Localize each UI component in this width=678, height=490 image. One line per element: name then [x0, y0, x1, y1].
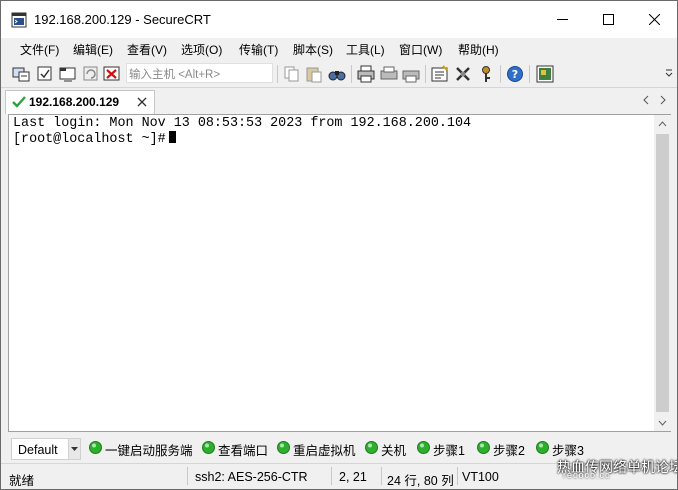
scrollbar-thumb[interactable] [656, 134, 669, 412]
window-title: 192.168.200.129 - SecureCRT [34, 12, 211, 27]
menu-help[interactable]: 帮助(H) [458, 41, 499, 58]
print-icon[interactable] [357, 65, 375, 83]
securecrt-app-icon [11, 12, 27, 28]
print-setup-icon[interactable] [380, 65, 398, 83]
status-separator [331, 467, 332, 485]
status-separator [187, 467, 188, 485]
status-terminal-type: VT100 [462, 470, 499, 484]
status-bar: 就绪 ssh2: AES-256-CTR 2, 21 24 行, 80 列 VT… [1, 459, 677, 489]
button-label: 重启虚拟机 [293, 444, 356, 458]
svg-text:?: ? [512, 68, 518, 81]
session-tab[interactable]: 192.168.200.129 [5, 90, 155, 114]
status-separator [457, 467, 458, 485]
close-button[interactable] [631, 1, 677, 38]
tab-scroll-left-icon[interactable] [641, 95, 651, 105]
button-label: 查看端口 [218, 444, 269, 458]
maximize-icon [602, 14, 614, 25]
chevron-up-icon [658, 120, 667, 126]
about-icon[interactable] [536, 65, 554, 83]
green-dot-icon [89, 441, 102, 454]
menu-script[interactable]: 脚本(S) [293, 41, 333, 58]
toolbar-separator [277, 65, 278, 83]
toolbar-separator [351, 65, 352, 83]
status-text: 就绪 [9, 474, 35, 488]
toolbar-separator [425, 65, 426, 83]
tab-close-icon[interactable] [135, 95, 149, 109]
global-options-icon[interactable] [454, 65, 472, 83]
menu-bar: 文件(F) 编辑(E) 查看(V) 选项(O) 传输(T) 脚本(S) 工具(L… [1, 38, 677, 60]
menu-transfer[interactable]: 传输(T) [239, 41, 278, 58]
connect-in-tab-icon[interactable] [59, 65, 77, 83]
securecrt-window: 192.168.200.129 - SecureCRT 文件(F) 编辑(E) … [0, 0, 678, 490]
menu-view[interactable]: 查看(V) [127, 41, 167, 58]
green-dot-icon [536, 441, 549, 454]
session-select-value: Default [18, 443, 58, 457]
menu-edit[interactable]: 编辑(E) [73, 41, 113, 58]
button-label: 关机 [381, 444, 407, 458]
button-label: 步骤1 [433, 444, 465, 458]
menu-options[interactable]: 选项(O) [181, 41, 222, 58]
status-cursor-position: 2, 21 [339, 470, 367, 484]
toolbar-separator [529, 65, 530, 83]
vertical-scrollbar[interactable] [654, 115, 671, 431]
toolbar-overflow-icon[interactable] [665, 68, 673, 82]
keymap-icon[interactable] [477, 65, 495, 83]
terminal-prompt: [root@localhost ~]# [13, 132, 166, 147]
dropdown-arrow[interactable] [68, 439, 80, 459]
watermark-sub: recoco.cc [563, 470, 611, 480]
help-icon[interactable]: ? [506, 65, 524, 83]
tab-scroll-right-icon[interactable] [658, 95, 668, 105]
button-label: 步骤2 [493, 444, 525, 458]
find-icon[interactable] [328, 65, 346, 83]
green-dot-icon [277, 441, 290, 454]
tab-label: 192.168.200.129 [29, 95, 120, 109]
scroll-up-button[interactable] [654, 115, 671, 132]
chevron-down-icon [71, 447, 78, 451]
quick-connect-icon[interactable] [36, 65, 54, 83]
copy-icon[interactable] [283, 65, 301, 83]
chevron-down-icon [658, 420, 667, 426]
button-bar-session-select[interactable]: Default [11, 438, 81, 460]
green-dot-icon [365, 441, 378, 454]
quick-connect-input[interactable]: 输入主机 <Alt+R> [126, 63, 273, 83]
connect-icon[interactable] [12, 65, 30, 83]
minimize-icon [556, 19, 568, 20]
toolbar-separator [500, 65, 501, 83]
reconnect-icon[interactable] [82, 65, 100, 83]
print-selection-icon[interactable] [402, 65, 420, 83]
green-dot-icon [477, 441, 490, 454]
title-bar: 192.168.200.129 - SecureCRT [1, 1, 677, 38]
terminal-area[interactable]: Last login: Mon Nov 13 08:53:53 2023 fro… [8, 114, 671, 432]
terminal-cursor [168, 131, 176, 143]
scroll-down-button[interactable] [654, 414, 671, 431]
tab-bar: 192.168.200.129 [1, 89, 677, 114]
toolbar: 输入主机 <Alt+R> ? [1, 60, 677, 88]
menu-tools[interactable]: 工具(L) [346, 41, 385, 58]
menu-window[interactable]: 窗口(W) [399, 41, 442, 58]
paste-icon[interactable] [305, 65, 323, 83]
status-dimensions: 24 行, 80 列 [387, 474, 454, 488]
status-separator [381, 467, 382, 485]
status-cipher: ssh2: AES-256-CTR [195, 470, 308, 484]
green-dot-icon [417, 441, 430, 454]
terminal-output: Last login: Mon Nov 13 08:53:53 2023 fro… [13, 117, 471, 147]
maximize-button[interactable] [585, 1, 631, 38]
menu-file[interactable]: 文件(F) [20, 41, 59, 58]
connected-check-icon [12, 96, 26, 108]
green-dot-icon [202, 441, 215, 454]
terminal-line: Last login: Mon Nov 13 08:53:53 2023 fro… [13, 116, 472, 131]
minimize-button[interactable] [539, 1, 585, 38]
close-icon [648, 14, 660, 25]
button-label: 一键启动服务端 [105, 444, 193, 458]
session-options-icon[interactable] [431, 65, 449, 83]
disconnect-icon[interactable] [103, 65, 121, 83]
